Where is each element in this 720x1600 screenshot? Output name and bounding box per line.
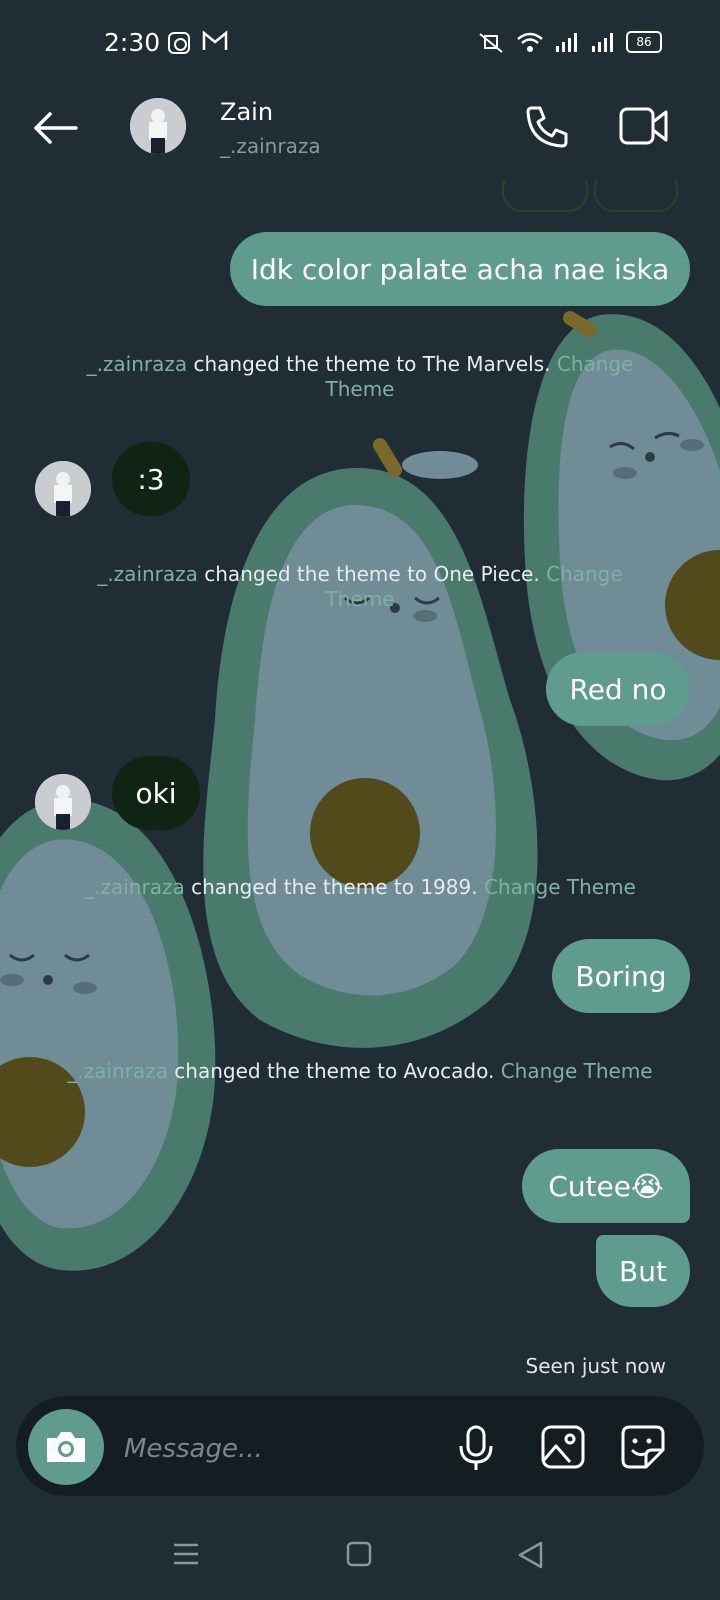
recent-apps-button[interactable] xyxy=(172,1542,200,1570)
video-call-button[interactable] xyxy=(618,104,670,152)
change-theme-link[interactable]: Change Theme xyxy=(501,1059,653,1083)
message-outgoing[interactable]: Cutee😭 xyxy=(522,1149,690,1223)
video-icon xyxy=(619,107,668,145)
camera-icon xyxy=(47,1432,85,1462)
camera-button[interactable] xyxy=(28,1409,104,1485)
system-message: _.zainraza changed the theme to The Marv… xyxy=(60,352,660,402)
phone-icon xyxy=(526,106,568,148)
system-text: changed the theme to One Piece. xyxy=(197,562,547,586)
seen-status: Seen just now xyxy=(525,1354,666,1378)
microphone-icon xyxy=(459,1425,493,1470)
system-message: _.zainraza changed the theme to One Piec… xyxy=(60,562,660,612)
message-avatar[interactable] xyxy=(35,774,91,830)
system-user[interactable]: _.zainraza xyxy=(87,352,188,376)
message-input[interactable] xyxy=(122,1428,446,1470)
back-triangle-icon xyxy=(518,1541,543,1569)
system-user[interactable]: _.zainraza xyxy=(67,1059,168,1083)
system-message: _.zainraza changed the theme to 1989. Ch… xyxy=(60,875,660,900)
sticker-button[interactable] xyxy=(620,1424,666,1470)
gallery-icon xyxy=(541,1425,585,1469)
system-user[interactable]: _.zainraza xyxy=(97,562,198,586)
home-button[interactable] xyxy=(346,1541,372,1571)
battery-icon: 86 xyxy=(626,31,662,53)
message-incoming[interactable]: :3 xyxy=(112,442,190,516)
system-text: changed the theme to 1989. xyxy=(184,875,484,899)
home-icon xyxy=(346,1541,372,1567)
wifi-icon xyxy=(517,32,543,52)
system-text: changed the theme to The Marvels. xyxy=(187,352,557,376)
header-avatar[interactable] xyxy=(130,98,186,154)
system-text: changed the theme to Avocado. xyxy=(167,1059,501,1083)
call-button[interactable] xyxy=(524,104,570,154)
mute-vibrate-icon xyxy=(479,33,503,53)
message-outgoing[interactable]: Boring xyxy=(552,939,690,1013)
voice-button[interactable] xyxy=(456,1424,496,1472)
back-button[interactable] xyxy=(30,108,80,148)
sticker-icon xyxy=(621,1425,665,1469)
battery-level: 86 xyxy=(636,35,652,49)
message-outgoing[interactable]: Idk color palate acha nae iska xyxy=(230,232,690,306)
gallery-button[interactable] xyxy=(540,1424,586,1470)
message-avatar[interactable] xyxy=(35,461,91,517)
status-icons: 86 xyxy=(476,30,662,54)
contact-name[interactable]: Zain xyxy=(220,98,273,126)
message-outgoing[interactable]: But xyxy=(596,1235,690,1307)
signal-2-icon xyxy=(592,33,613,52)
system-message: _.zainraza changed the theme to Avocado.… xyxy=(60,1059,660,1084)
contact-handle: _.zainraza xyxy=(220,134,321,158)
signal-icon xyxy=(556,33,577,52)
message-incoming[interactable]: oki xyxy=(112,756,200,830)
back-arrow-icon xyxy=(34,112,78,144)
system-user[interactable]: _.zainraza xyxy=(84,875,185,899)
chat-header xyxy=(0,80,720,180)
nav-back-button[interactable] xyxy=(516,1540,544,1574)
status-time: 2:30 xyxy=(104,28,161,57)
message-outgoing[interactable]: Red no xyxy=(546,652,690,726)
menu-icon xyxy=(174,1543,198,1565)
instagram-icon xyxy=(168,32,190,54)
gmail-icon xyxy=(202,30,228,56)
change-theme-link[interactable]: Change Theme xyxy=(484,875,636,899)
